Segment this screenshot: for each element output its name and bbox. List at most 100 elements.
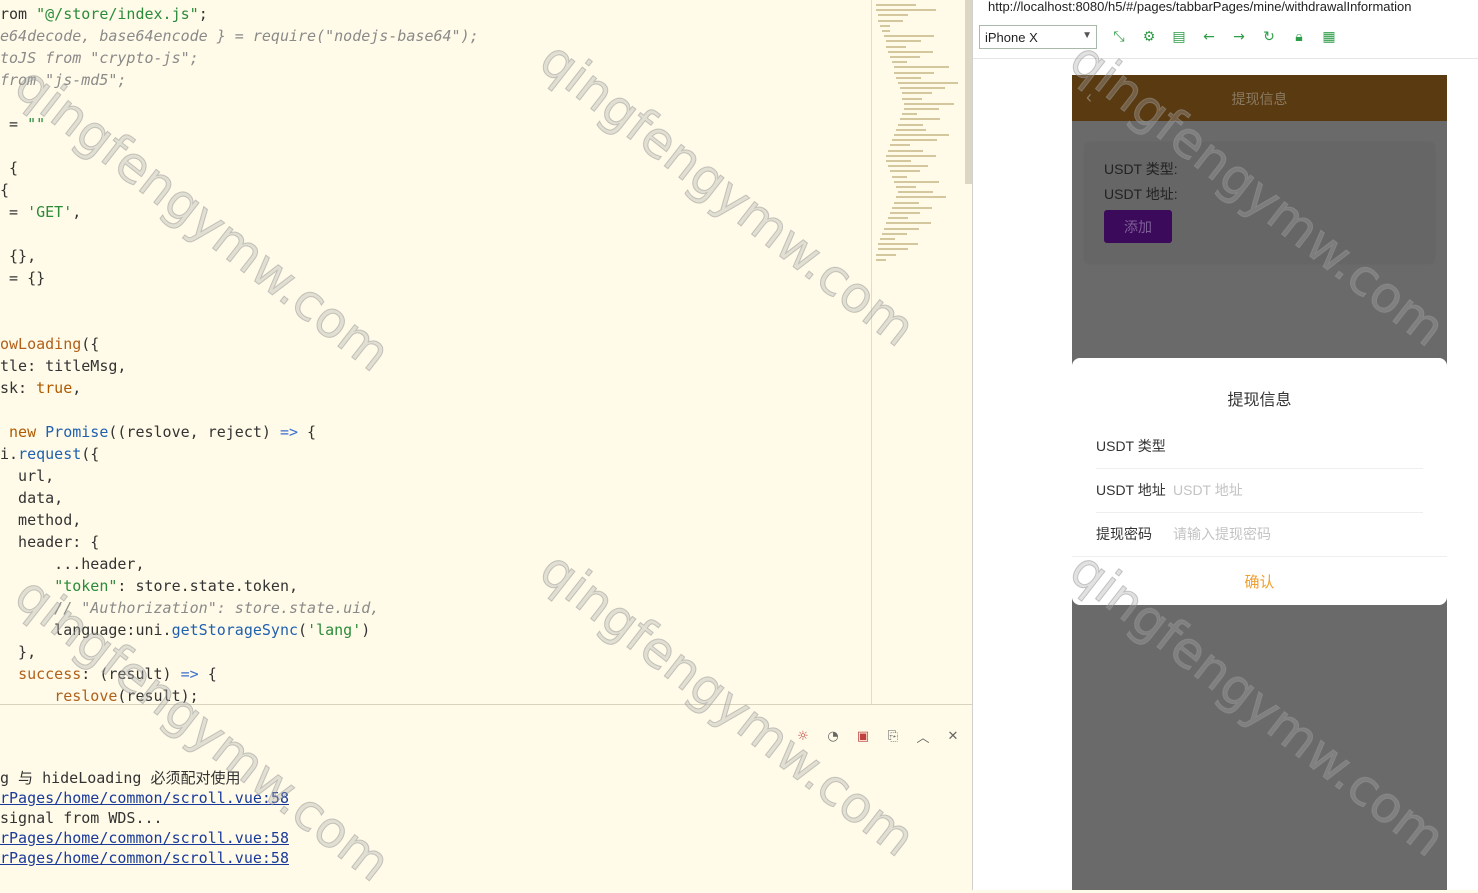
- code-line[interactable]: ...header,: [0, 553, 144, 575]
- console-toolbar: ☼ ◔ ▣ ⎘ ︿ ✕: [794, 727, 962, 746]
- minimap-line: [884, 35, 934, 38]
- add-button[interactable]: 添加: [1104, 210, 1172, 243]
- code-line[interactable]: owLoading({: [0, 333, 99, 355]
- minimap-line: [880, 24, 890, 27]
- nav-bar: ‹ 提现信息: [1072, 75, 1447, 121]
- minimap-line: [876, 9, 936, 12]
- minimap-line: [880, 238, 895, 240]
- minimap-line: [886, 160, 911, 162]
- minimap-line: [904, 108, 939, 110]
- minimap[interactable]: [871, 0, 973, 704]
- minimap-line: [882, 232, 907, 235]
- code-line[interactable]: url,: [0, 465, 54, 487]
- console-source-link[interactable]: rPages/home/common/scroll.vue:58: [0, 848, 289, 868]
- code-line[interactable]: toJS from "crypto-js";: [0, 47, 199, 69]
- code-line[interactable]: method,: [0, 509, 81, 531]
- code-line[interactable]: = 'GET',: [0, 201, 81, 223]
- minimap-line: [892, 175, 907, 178]
- usdt-type-input[interactable]: [1173, 438, 1393, 454]
- phone-screen: ‹ 提现信息 USDT 类型: USDT 地址: 添加 提现信息 USDT 类型…: [1072, 75, 1447, 890]
- qrcode-icon[interactable]: ▦: [1319, 27, 1339, 47]
- minimap-line: [902, 92, 932, 95]
- browser-preview: http://localhost:8080/h5/#/pages/tabbarP…: [973, 0, 1478, 890]
- minimap-line: [888, 217, 908, 220]
- minimap-line: [894, 66, 949, 69]
- code-line[interactable]: from "js-md5";: [0, 69, 126, 91]
- confirm-button[interactable]: 确认: [1072, 556, 1447, 605]
- console-source-link[interactable]: rPages/home/common/scroll.vue:58: [0, 828, 289, 848]
- code-line[interactable]: {},: [0, 245, 36, 267]
- console-message: signal from WDS...: [0, 809, 163, 827]
- withdraw-password-field-label: 提现密码: [1096, 526, 1152, 542]
- code-line[interactable]: i.request({: [0, 443, 99, 465]
- minimap-line: [884, 227, 919, 230]
- code-line[interactable]: // "Authorization": store.state.uid,: [0, 597, 379, 619]
- minimap-line: [894, 180, 939, 183]
- code-line[interactable]: new Promise((reslove, reject) => {: [0, 421, 316, 443]
- sheet-title: 提现信息: [1227, 392, 1292, 409]
- usdt-address-field-label: USDT 地址: [1096, 482, 1166, 498]
- code-editor[interactable]: rom "@/store/index.js"; e64decode, base64…: [0, 0, 871, 704]
- url-bar[interactable]: http://localhost:8080/h5/#/pages/tabbarP…: [973, 0, 1478, 16]
- minimap-line: [898, 191, 933, 194]
- minimap-line: [892, 206, 932, 209]
- minimap-line: [892, 139, 937, 142]
- minimap-line: [890, 170, 920, 173]
- clear-icon[interactable]: ✕: [944, 727, 962, 745]
- code-line[interactable]: sk: true,: [0, 377, 81, 399]
- debug-icon[interactable]: ☼: [794, 727, 812, 745]
- lock-icon[interactable]: 🔒︎: [1289, 27, 1309, 47]
- minimap-line: [886, 154, 936, 157]
- code-line[interactable]: {: [0, 179, 9, 201]
- settings-icon[interactable]: ⚙: [1139, 27, 1159, 47]
- minimap-line: [902, 113, 917, 116]
- code-line[interactable]: "token": store.state.token,: [0, 575, 298, 597]
- code-line[interactable]: {: [0, 157, 18, 179]
- device-select-value: iPhone X: [985, 29, 1038, 45]
- stop-icon[interactable]: ▣: [854, 727, 872, 745]
- minimap-line: [886, 222, 931, 225]
- minimap-line: [900, 87, 945, 90]
- code-line[interactable]: header: {: [0, 531, 99, 553]
- console-message: g 与 hideLoading 必须配对使用: [0, 769, 241, 787]
- usdt-type-field-label: USDT 类型: [1096, 438, 1166, 454]
- code-line[interactable]: data,: [0, 487, 63, 509]
- withdraw-password-row: 提现密码: [1096, 512, 1423, 556]
- minimap-line: [882, 30, 890, 32]
- minimap-line: [892, 61, 907, 64]
- code-line[interactable]: e64decode, base64encode } = require("nod…: [0, 25, 479, 47]
- minimap-line: [900, 118, 940, 121]
- console-panel: ☼ ◔ ▣ ⎘ ︿ ✕ g 与 hideLoading 必须配对使用 rPages…: [0, 704, 972, 891]
- code-line[interactable]: reslove(result);: [0, 685, 199, 704]
- usdt-card: USDT 类型: USDT 地址: 添加: [1085, 143, 1434, 263]
- console-icon[interactable]: ▤: [1169, 27, 1189, 47]
- code-line[interactable]: = {}: [0, 267, 45, 289]
- device-select[interactable]: iPhone X ▼: [979, 25, 1097, 49]
- forward-arrow-icon[interactable]: →: [1229, 27, 1249, 47]
- minimap-line: [890, 144, 910, 147]
- withdrawal-sheet: 提现信息 USDT 类型 USDT 地址 提现密码 确认: [1072, 358, 1447, 605]
- minimap-line: [896, 186, 916, 188]
- usdt-address-input[interactable]: [1173, 482, 1393, 498]
- minimap-line: [886, 40, 921, 43]
- minimap-line: [896, 196, 946, 199]
- code-line[interactable]: tle: titleMsg,: [0, 355, 126, 377]
- back-arrow-icon[interactable]: ←: [1199, 27, 1219, 47]
- usdt-address-label: USDT 地址:: [1104, 186, 1178, 202]
- chevron-up-icon[interactable]: ︿: [914, 727, 932, 746]
- code-line[interactable]: rom "@/store/index.js";: [0, 3, 208, 25]
- console-source-link[interactable]: rPages/home/common/scroll.vue:58: [0, 788, 289, 808]
- code-line[interactable]: language:uni.getStorageSync('lang'): [0, 619, 370, 641]
- page-title: 提现信息: [1231, 91, 1288, 107]
- withdraw-password-input[interactable]: [1173, 526, 1393, 542]
- expand-icon[interactable]: ⤡: [1109, 27, 1129, 47]
- open-external-icon[interactable]: ⎘: [884, 727, 902, 745]
- code-line[interactable]: = "": [0, 113, 45, 135]
- minimap-line: [878, 243, 918, 246]
- run-icon[interactable]: ◔: [824, 727, 842, 745]
- refresh-icon[interactable]: ↻: [1259, 27, 1279, 47]
- code-line[interactable]: },: [0, 641, 36, 663]
- minimap-line: [894, 201, 919, 204]
- minimap-line: [898, 123, 923, 126]
- code-line[interactable]: success: (result) => {: [0, 663, 217, 685]
